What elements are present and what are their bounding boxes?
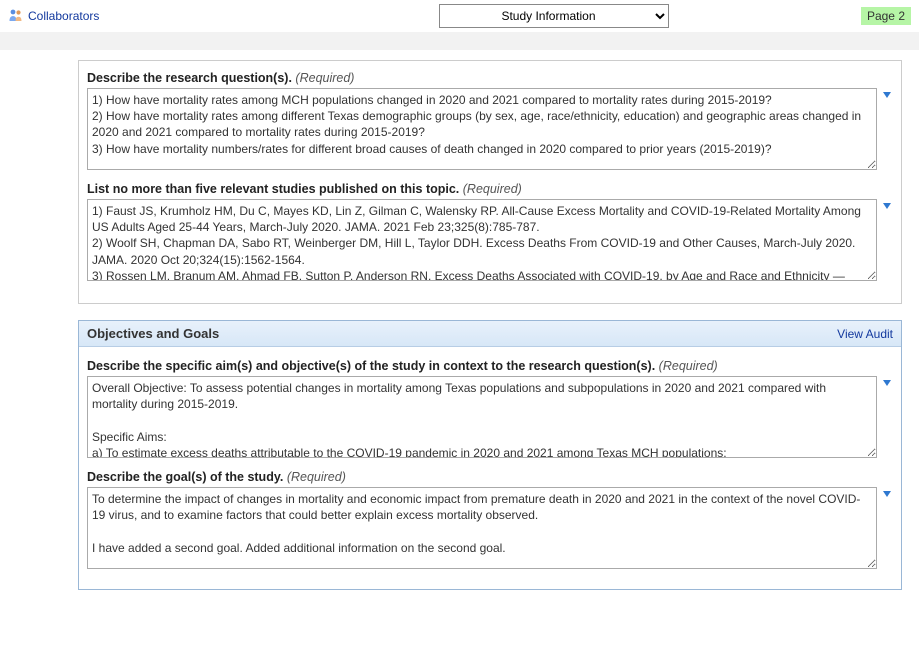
required-marker: (Required) (463, 182, 522, 196)
section-nav-wrap: Study Information (248, 4, 861, 28)
section-title: Objectives and Goals (87, 326, 219, 341)
objectives-header: Objectives and Goals View Audit (79, 321, 901, 347)
aims-field: Describe the specific aim(s) and objecti… (87, 359, 893, 458)
goals-textarea[interactable] (87, 487, 877, 569)
relevant-studies-label: List no more than five relevant studies … (87, 182, 893, 196)
relevant-studies-textarea[interactable] (87, 199, 877, 281)
aims-label: Describe the specific aim(s) and objecti… (87, 359, 893, 373)
relevant-studies-field: List no more than five relevant studies … (87, 182, 893, 281)
objectives-body: Describe the specific aim(s) and objecti… (79, 347, 901, 589)
objectives-panel: Objectives and Goals View Audit Describe… (78, 320, 902, 590)
collaborators-link[interactable]: Collaborators (28, 9, 99, 23)
expand-icon[interactable] (881, 200, 893, 212)
view-audit-link[interactable]: View Audit (837, 327, 893, 341)
required-marker: (Required) (295, 71, 354, 85)
expand-icon[interactable] (881, 488, 893, 500)
divider-band (0, 32, 919, 50)
label-text: List no more than five relevant studies … (87, 182, 459, 196)
expand-icon[interactable] (881, 89, 893, 101)
required-marker: (Required) (659, 359, 718, 373)
top-bar: Collaborators Study Information Page 2 (0, 0, 919, 32)
required-marker: (Required) (287, 470, 346, 484)
research-question-field: Describe the research question(s). (Requ… (87, 71, 893, 170)
page-indicator: Page 2 (861, 7, 911, 25)
section-nav-select[interactable]: Study Information (439, 4, 669, 28)
goals-field: Describe the goal(s) of the study. (Requ… (87, 470, 893, 569)
research-question-textarea[interactable] (87, 88, 877, 170)
label-text: Describe the goal(s) of the study. (87, 470, 283, 484)
aims-textarea[interactable] (87, 376, 877, 458)
label-text: Describe the research question(s). (87, 71, 292, 85)
background-panel: Describe the research question(s). (Requ… (78, 60, 902, 304)
expand-icon[interactable] (881, 377, 893, 389)
collaborators-group: Collaborators (8, 8, 248, 25)
goals-label: Describe the goal(s) of the study. (Requ… (87, 470, 893, 484)
label-text: Describe the specific aim(s) and objecti… (87, 359, 655, 373)
people-icon (8, 8, 24, 25)
research-question-label: Describe the research question(s). (Requ… (87, 71, 893, 85)
